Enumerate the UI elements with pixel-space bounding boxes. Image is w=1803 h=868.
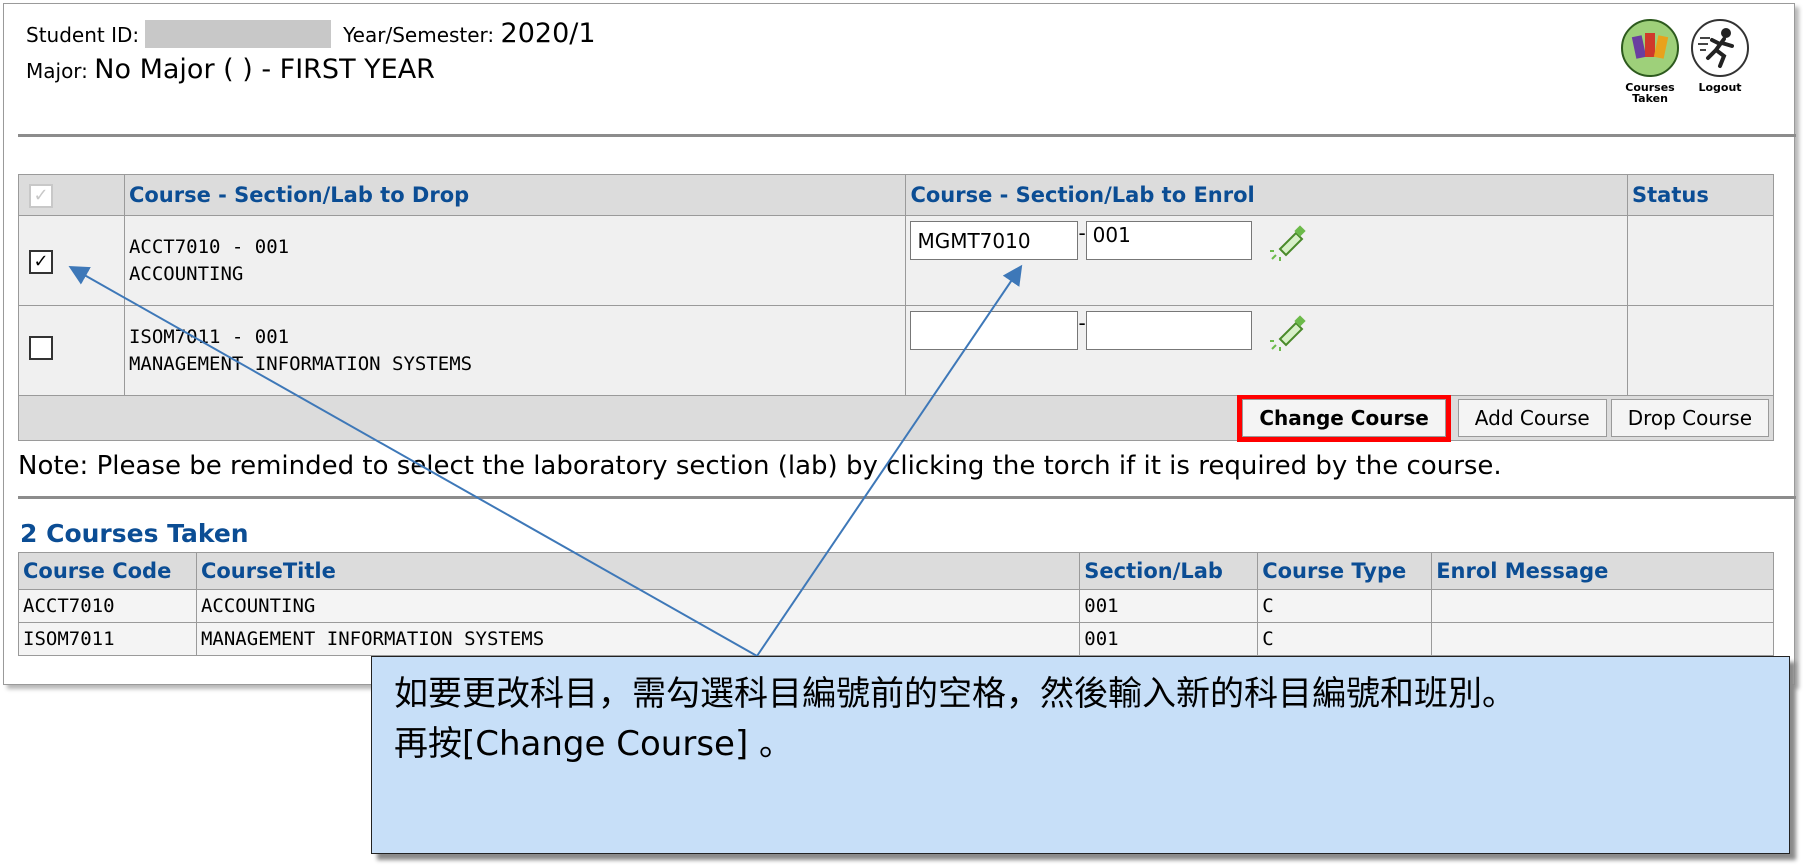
drop-course-cell: ISOM7011 - 001 MANAGEMENT INFORMATION SY…: [123, 305, 907, 396]
course-code-cell: ACCT7010: [18, 589, 197, 623]
logout-label: Logout: [1698, 81, 1742, 94]
logout-button[interactable]: Logout: [1688, 18, 1752, 93]
table-row: ✓ ACCT7010 - 001 ACCOUNTING MGMT7010-001: [18, 215, 1774, 306]
major-label: Major:: [26, 59, 88, 83]
enrol-message-cell: [1431, 622, 1774, 656]
student-id-label: Student ID:: [26, 23, 140, 47]
callout-line-1: 如要更改科目，需勾選科目編號前的空格，然後輸入新的科目編號和班別。: [394, 674, 1516, 714]
change-course-button[interactable]: Change Course: [1237, 394, 1451, 442]
drop-column-header: Course - Section/Lab to Drop: [123, 174, 907, 216]
course-type-cell: C: [1257, 622, 1433, 656]
student-id-redacted: [145, 20, 332, 48]
enrol-section-input[interactable]: 001: [1085, 221, 1252, 260]
enrol-message-header: Enrol Message: [1431, 552, 1774, 590]
drop-course-button[interactable]: Drop Course: [1610, 399, 1769, 437]
enrol-course-cell: -: [905, 305, 1629, 396]
torch-icon[interactable]: [1268, 221, 1308, 266]
major-row: Major: No Major ( ) - FIRST YEAR: [26, 54, 435, 85]
torch-icon[interactable]: [1268, 311, 1308, 356]
course-type-header: Course Type: [1257, 552, 1433, 590]
select-all-checkbox[interactable]: ✓: [29, 184, 53, 208]
enrol-message-cell: [1431, 589, 1774, 623]
drop-course-cell: ACCT7010 - 001 ACCOUNTING: [123, 215, 907, 306]
course-code-header: Course Code: [18, 552, 197, 590]
year-semester-value: 2020/1: [500, 18, 596, 49]
enrol-course-input[interactable]: MGMT7010: [910, 221, 1079, 260]
courses-taken-title: 2 Courses Taken: [20, 519, 249, 548]
courses-taken-header: Course Code CourseTitle Section/Lab Cour…: [18, 552, 1774, 590]
note-divider: [18, 496, 1796, 499]
course-title-cell: ACCOUNTING: [195, 589, 1081, 623]
row-checkbox-checked[interactable]: ✓: [29, 249, 53, 274]
drop-course-code: ISOM7011 - 001: [128, 325, 290, 348]
table-row: ISOM7011 - 001 MANAGEMENT INFORMATION SY…: [18, 305, 1774, 396]
courses-taken-label: Courses Taken: [1625, 81, 1675, 105]
header-divider: [18, 134, 1796, 137]
drop-course-title: MANAGEMENT INFORMATION SYSTEMS: [128, 352, 473, 375]
action-button-cell: Change Course Add Course Drop Course: [18, 394, 1774, 442]
table-row: ISOM7011 MANAGEMENT INFORMATION SYSTEMS …: [18, 622, 1774, 656]
section-lab-cell: 001: [1079, 622, 1259, 656]
enrol-course-cell: MGMT7010-001: [905, 215, 1629, 306]
drop-course-code: ACCT7010 - 001: [128, 235, 290, 258]
table-row: ACCT7010 ACCOUNTING 001 C: [18, 589, 1774, 623]
running-man-logout-icon: [1691, 19, 1749, 77]
instruction-callout: 如要更改科目，需勾選科目編號前的空格，然後輸入新的科目編號和班別。 再按[Cha…: [371, 656, 1790, 854]
course-type-cell: C: [1257, 589, 1433, 623]
enrol-section-input[interactable]: [1085, 311, 1252, 350]
callout-line-2: 再按[Change Course] 。: [394, 724, 794, 764]
year-semester-label: Year/Semester:: [343, 23, 495, 47]
section-lab-cell: 001: [1079, 589, 1259, 623]
enrol-change-table: ✓ Course - Section/Lab to Drop Course - …: [18, 174, 1774, 442]
row-select-cell: [18, 305, 125, 396]
status-cell: [1627, 305, 1774, 396]
status-column-header: Status: [1627, 174, 1774, 216]
course-title-header: CourseTitle: [195, 552, 1081, 590]
section-lab-header: Section/Lab: [1079, 552, 1259, 590]
enrol-column-header: Course - Section/Lab to Enrol: [905, 174, 1629, 216]
drop-course-title: ACCOUNTING: [128, 262, 244, 285]
status-cell: [1627, 215, 1774, 306]
select-all-header[interactable]: ✓: [18, 174, 125, 216]
row-checkbox-unchecked[interactable]: [29, 336, 53, 360]
courses-taken-button[interactable]: Courses Taken: [1618, 18, 1682, 104]
enrol-course-input[interactable]: [910, 311, 1079, 350]
major-value: No Major ( ) - FIRST YEAR: [94, 54, 435, 85]
course-enrol-page: Student ID: Year/Semester: 2020/1 Major: …: [3, 3, 1796, 685]
lab-section-note: Note: Please be reminded to select the l…: [18, 451, 1502, 481]
course-code-cell: ISOM7011: [18, 622, 197, 656]
action-button-row: Change Course Add Course Drop Course: [18, 394, 1774, 442]
courses-taken-table: Course Code CourseTitle Section/Lab Cour…: [18, 552, 1774, 656]
course-title-cell: MANAGEMENT INFORMATION SYSTEMS: [195, 622, 1081, 656]
enrol-table-header: ✓ Course - Section/Lab to Drop Course - …: [18, 174, 1774, 216]
row-select-cell: ✓: [18, 215, 125, 306]
courses-taken-icon: [1621, 19, 1679, 77]
student-info-row: Student ID: Year/Semester: 2020/1: [26, 18, 596, 49]
add-course-button[interactable]: Add Course: [1457, 399, 1607, 437]
